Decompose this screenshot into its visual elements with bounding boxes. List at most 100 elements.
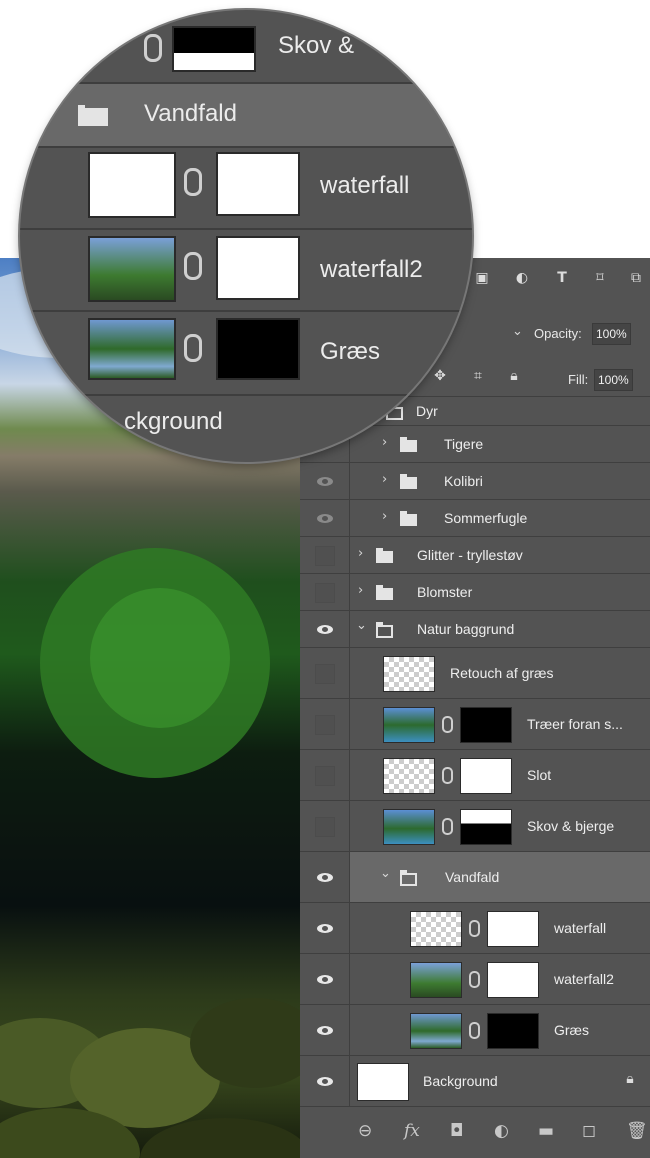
smart-object-filter-icon[interactable]: ⧉ (624, 270, 648, 290)
visibility-empty-box[interactable] (315, 664, 335, 684)
layer-retouch[interactable]: Retouch af græs (300, 647, 650, 698)
opacity-label: Opacity: (534, 326, 582, 341)
layer-background[interactable]: Background 🔒︎ (300, 1055, 650, 1106)
mag-row-waterfall2: waterfall2 (20, 228, 472, 310)
eye-icon[interactable] (317, 1026, 333, 1035)
blend-mode-chevron-icon[interactable]: ⌄ (512, 324, 523, 339)
link-icon[interactable] (469, 1022, 480, 1039)
layer-traeer[interactable]: Træer foran s... (300, 698, 650, 749)
layer-name: Slot (527, 767, 552, 783)
layers-bottom-toolbar: ⊖ fx ◘ ◐ ▬ ◻ 🗑︎ (300, 1106, 650, 1158)
visibility-toggle[interactable] (300, 574, 350, 610)
chevron-icon[interactable]: › (382, 509, 387, 524)
eye-icon[interactable] (317, 625, 333, 634)
layer-slot[interactable]: Slot (300, 749, 650, 800)
layer-mask-thumbnail (487, 1013, 539, 1049)
layer-name: ckground (124, 408, 223, 435)
link-icon[interactable] (442, 818, 453, 835)
visibility-empty-box[interactable] (315, 546, 335, 566)
visibility-empty-box[interactable] (315, 715, 335, 735)
layer-group-glitter[interactable]: › Glitter - tryllestøv (300, 536, 650, 573)
layer-group-blomster[interactable]: › Blomster (300, 573, 650, 610)
layer-group-vandfald[interactable]: ⌄ Vandfald (300, 851, 650, 902)
mag-row-vandfald: Vandfald (20, 82, 472, 146)
chevron-icon[interactable]: › (358, 546, 363, 561)
visibility-empty-box[interactable] (315, 583, 335, 603)
shape-filter-icon[interactable]: ⌑ (588, 270, 612, 290)
visibility-toggle[interactable] (300, 852, 350, 902)
trash-icon[interactable]: 🗑︎ (626, 1121, 648, 1141)
layer-waterfall[interactable]: waterfall (300, 902, 650, 953)
layer-mask-thumbnail (460, 809, 512, 845)
visibility-toggle[interactable] (300, 903, 350, 953)
layer-thumbnail (88, 152, 176, 218)
layer-group-kolibri[interactable]: › Kolibri (300, 462, 650, 499)
visibility-toggle[interactable] (300, 1056, 350, 1106)
foliage-highlight (90, 588, 230, 728)
layer-skov[interactable]: Skov & bjerge (300, 800, 650, 851)
eye-icon[interactable] (317, 873, 333, 882)
layer-graes[interactable]: Græs (300, 1004, 650, 1055)
fill-label: Fill: (568, 372, 589, 387)
new-group-icon[interactable]: ▬ (538, 1121, 554, 1141)
layer-name: Retouch af græs (450, 665, 554, 681)
folder-icon (400, 474, 417, 489)
visibility-toggle[interactable] (300, 500, 350, 536)
fill-field[interactable]: 100% (594, 369, 633, 391)
lock-icon[interactable]: 🔒︎ (502, 368, 526, 388)
visibility-empty-box[interactable] (315, 817, 335, 837)
layer-thumbnail (383, 707, 435, 743)
chevron-icon[interactable]: › (382, 472, 387, 487)
eye-icon[interactable] (317, 924, 333, 933)
fx-icon[interactable]: fx (404, 1121, 420, 1141)
visibility-toggle[interactable] (300, 463, 350, 499)
folder-icon (78, 105, 108, 126)
chevron-icon[interactable]: ⌄ (380, 866, 391, 881)
eye-icon[interactable] (317, 514, 333, 523)
layer-mask-thumbnail (460, 707, 512, 743)
layer-group-natur-baggrund[interactable]: ⌄ Natur baggrund (300, 610, 650, 647)
visibility-toggle[interactable] (300, 611, 350, 647)
visibility-toggle[interactable] (300, 954, 350, 1004)
layer-name: waterfall (320, 172, 410, 199)
magnifier-callout: Skov & Vandfald waterfall waterfall2 Græ… (20, 10, 472, 462)
visibility-toggle[interactable] (300, 801, 350, 851)
layer-name: Vandfald (445, 869, 500, 885)
eye-icon[interactable] (317, 477, 333, 486)
type-filter-icon[interactable]: T (550, 270, 574, 290)
layer-waterfall2[interactable]: waterfall2 (300, 953, 650, 1004)
layer-name: Græs (320, 338, 380, 365)
visibility-empty-box[interactable] (315, 766, 335, 786)
link-icon[interactable] (469, 971, 480, 988)
layer-group-sommerfugle[interactable]: › Sommerfugle (300, 499, 650, 536)
new-layer-icon[interactable]: ◻ (582, 1121, 596, 1141)
layer-name: Glitter - tryllestøv (417, 547, 523, 563)
link-icon[interactable] (442, 716, 453, 733)
folder-icon (376, 585, 393, 600)
chevron-icon[interactable]: ⌄ (356, 618, 367, 633)
chevron-icon[interactable]: › (358, 583, 363, 598)
mag-row-background: ckground (20, 394, 472, 462)
image-filter-icon[interactable]: ▣ (470, 270, 494, 290)
visibility-toggle[interactable] (300, 1005, 350, 1055)
layer-thumbnail (410, 1013, 462, 1049)
eye-icon[interactable] (317, 975, 333, 984)
visibility-toggle[interactable] (300, 648, 350, 698)
layer-mask-thumbnail (216, 318, 300, 380)
link-icon[interactable] (469, 920, 480, 937)
adjustment-filter-icon[interactable]: ◐ (510, 270, 534, 290)
visibility-toggle[interactable] (300, 750, 350, 800)
layer-name: waterfall2 (554, 971, 614, 987)
visibility-toggle[interactable] (300, 699, 350, 749)
link-icon (144, 34, 162, 62)
link-icon[interactable] (442, 767, 453, 784)
eye-icon[interactable] (317, 1077, 333, 1086)
visibility-toggle[interactable] (300, 537, 350, 573)
layer-thumbnail (383, 809, 435, 845)
layer-name: waterfall (554, 920, 607, 936)
opacity-field[interactable]: 100% (592, 323, 631, 345)
adjustment-icon[interactable]: ◐ (494, 1121, 509, 1141)
mask-icon[interactable]: ◘ (450, 1121, 463, 1141)
link-layers-icon[interactable]: ⊖ (358, 1121, 372, 1141)
layer-name: Skov & (278, 32, 355, 59)
